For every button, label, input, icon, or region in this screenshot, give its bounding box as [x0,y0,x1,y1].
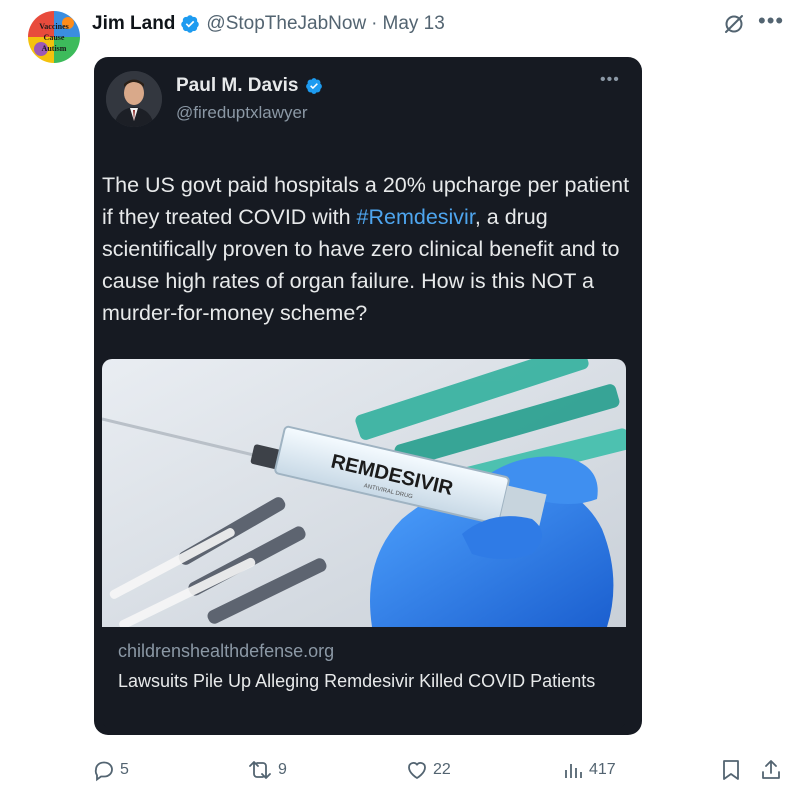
embedded-more-icon: ••• [600,71,620,88]
views-count: 417 [589,761,616,778]
embedded-tweet-text: The US govt paid hospitals a 20% upcharg… [102,169,630,329]
embedded-tweet-screenshot[interactable]: Paul M. Davis @fireduptxlawyer ••• The U… [94,57,642,735]
embedded-hashtag: #Remdesivir [356,205,475,229]
card-image-syringe: REMDESIVIR ANTIVIRAL DRUG [102,359,626,627]
tweet-date[interactable]: May 13 [383,13,445,35]
avatar-text-3: Autism [42,44,67,53]
reply-count: 5 [120,761,129,778]
repost-button[interactable]: 9 [246,758,287,782]
embedded-author-handle: @fireduptxlawyer [176,103,308,122]
like-button[interactable]: 22 [405,758,451,782]
views-icon [565,764,582,778]
tweet-header: Jim Land @StopTheJabNow · May 13 [92,12,445,36]
share-icon [762,760,780,779]
like-icon [408,762,426,780]
author-handle[interactable]: @StopTheJabNow [206,13,366,35]
reply-button[interactable]: 5 [92,758,129,782]
link-card: REMDESIVIR ANTIVIRAL DRUG childrenshealt… [102,359,626,729]
verified-badge-icon[interactable] [180,14,200,34]
author-avatar[interactable]: Vaccines Cause Autism [28,11,80,63]
more-icon[interactable]: ••• [758,8,784,34]
like-count: 22 [433,761,451,778]
embedded-author: Paul M. Davis [176,75,323,97]
card-domain: childrenshealthdefense.org [118,641,335,661]
share-button[interactable] [760,758,782,782]
bookmark-icon [723,760,739,780]
embedded-avatar [106,71,162,127]
repost-count: 9 [278,761,287,778]
avatar-text-2: Cause [44,33,65,42]
bookmark-button[interactable] [720,758,742,782]
author-name[interactable]: Jim Land [92,13,175,35]
card-title: Lawsuits Pile Up Alleging Remdesivir Kil… [118,671,596,691]
embedded-author-name: Paul M. Davis [176,75,299,96]
separator: · [371,13,378,34]
grok-icon[interactable] [722,12,746,41]
views-button[interactable]: 417 [563,758,616,782]
avatar-text-1: Vaccines [39,22,68,31]
embedded-verified-badge-icon [305,77,323,95]
repost-icon [249,761,271,779]
reply-icon [94,761,113,782]
